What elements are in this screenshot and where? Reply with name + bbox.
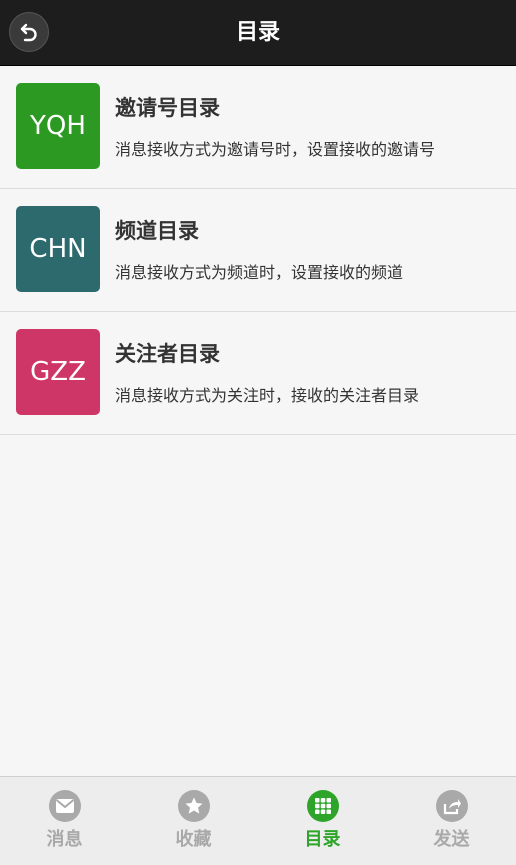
list-item-invite-code[interactable]: YQH 邀请号目录 消息接收方式为邀请号时，设置接收的邀请号 — [0, 66, 516, 189]
list-item-title: 频道目录 — [115, 219, 199, 243]
list-item-description: 消息接收方式为频道时，设置接收的频道 — [115, 263, 404, 282]
list-item-followers[interactable]: GZZ 关注者目录 消息接收方式为关注时，接收的关注者目录 — [0, 312, 516, 435]
tab-directory[interactable]: 目录 — [258, 777, 387, 865]
grid-icon — [306, 790, 339, 822]
share-icon — [435, 790, 468, 822]
list-item-description: 消息接收方式为关注时，接收的关注者目录 — [115, 386, 420, 405]
tab-send[interactable]: 发送 — [387, 777, 516, 865]
bottom-tab-bar: 消息 收藏 目录 发送 — [0, 776, 516, 865]
tab-label: 收藏 — [175, 829, 212, 850]
envelope-icon — [48, 790, 81, 822]
star-icon — [177, 790, 210, 822]
directory-list: YQH 邀请号目录 消息接收方式为邀请号时，设置接收的邀请号 CHN 频道目录 … — [0, 66, 516, 435]
tab-label: 目录 — [304, 829, 341, 850]
list-item-title: 关注者目录 — [115, 342, 220, 366]
tab-label: 消息 — [46, 829, 83, 850]
page-title: 目录 — [235, 20, 280, 45]
invite-code-badge: YQH — [16, 83, 100, 169]
list-item-description: 消息接收方式为邀请号时，设置接收的邀请号 — [115, 140, 436, 159]
list-item-title: 邀请号目录 — [115, 96, 220, 120]
tab-label: 发送 — [433, 829, 470, 850]
channel-badge: CHN — [16, 206, 100, 292]
tab-messages[interactable]: 消息 — [0, 777, 129, 865]
followers-badge: GZZ — [16, 329, 100, 415]
header-bar: 目录 — [0, 0, 516, 66]
list-item-channel[interactable]: CHN 频道目录 消息接收方式为频道时，设置接收的频道 — [0, 189, 516, 312]
tab-favorites[interactable]: 收藏 — [129, 777, 258, 865]
